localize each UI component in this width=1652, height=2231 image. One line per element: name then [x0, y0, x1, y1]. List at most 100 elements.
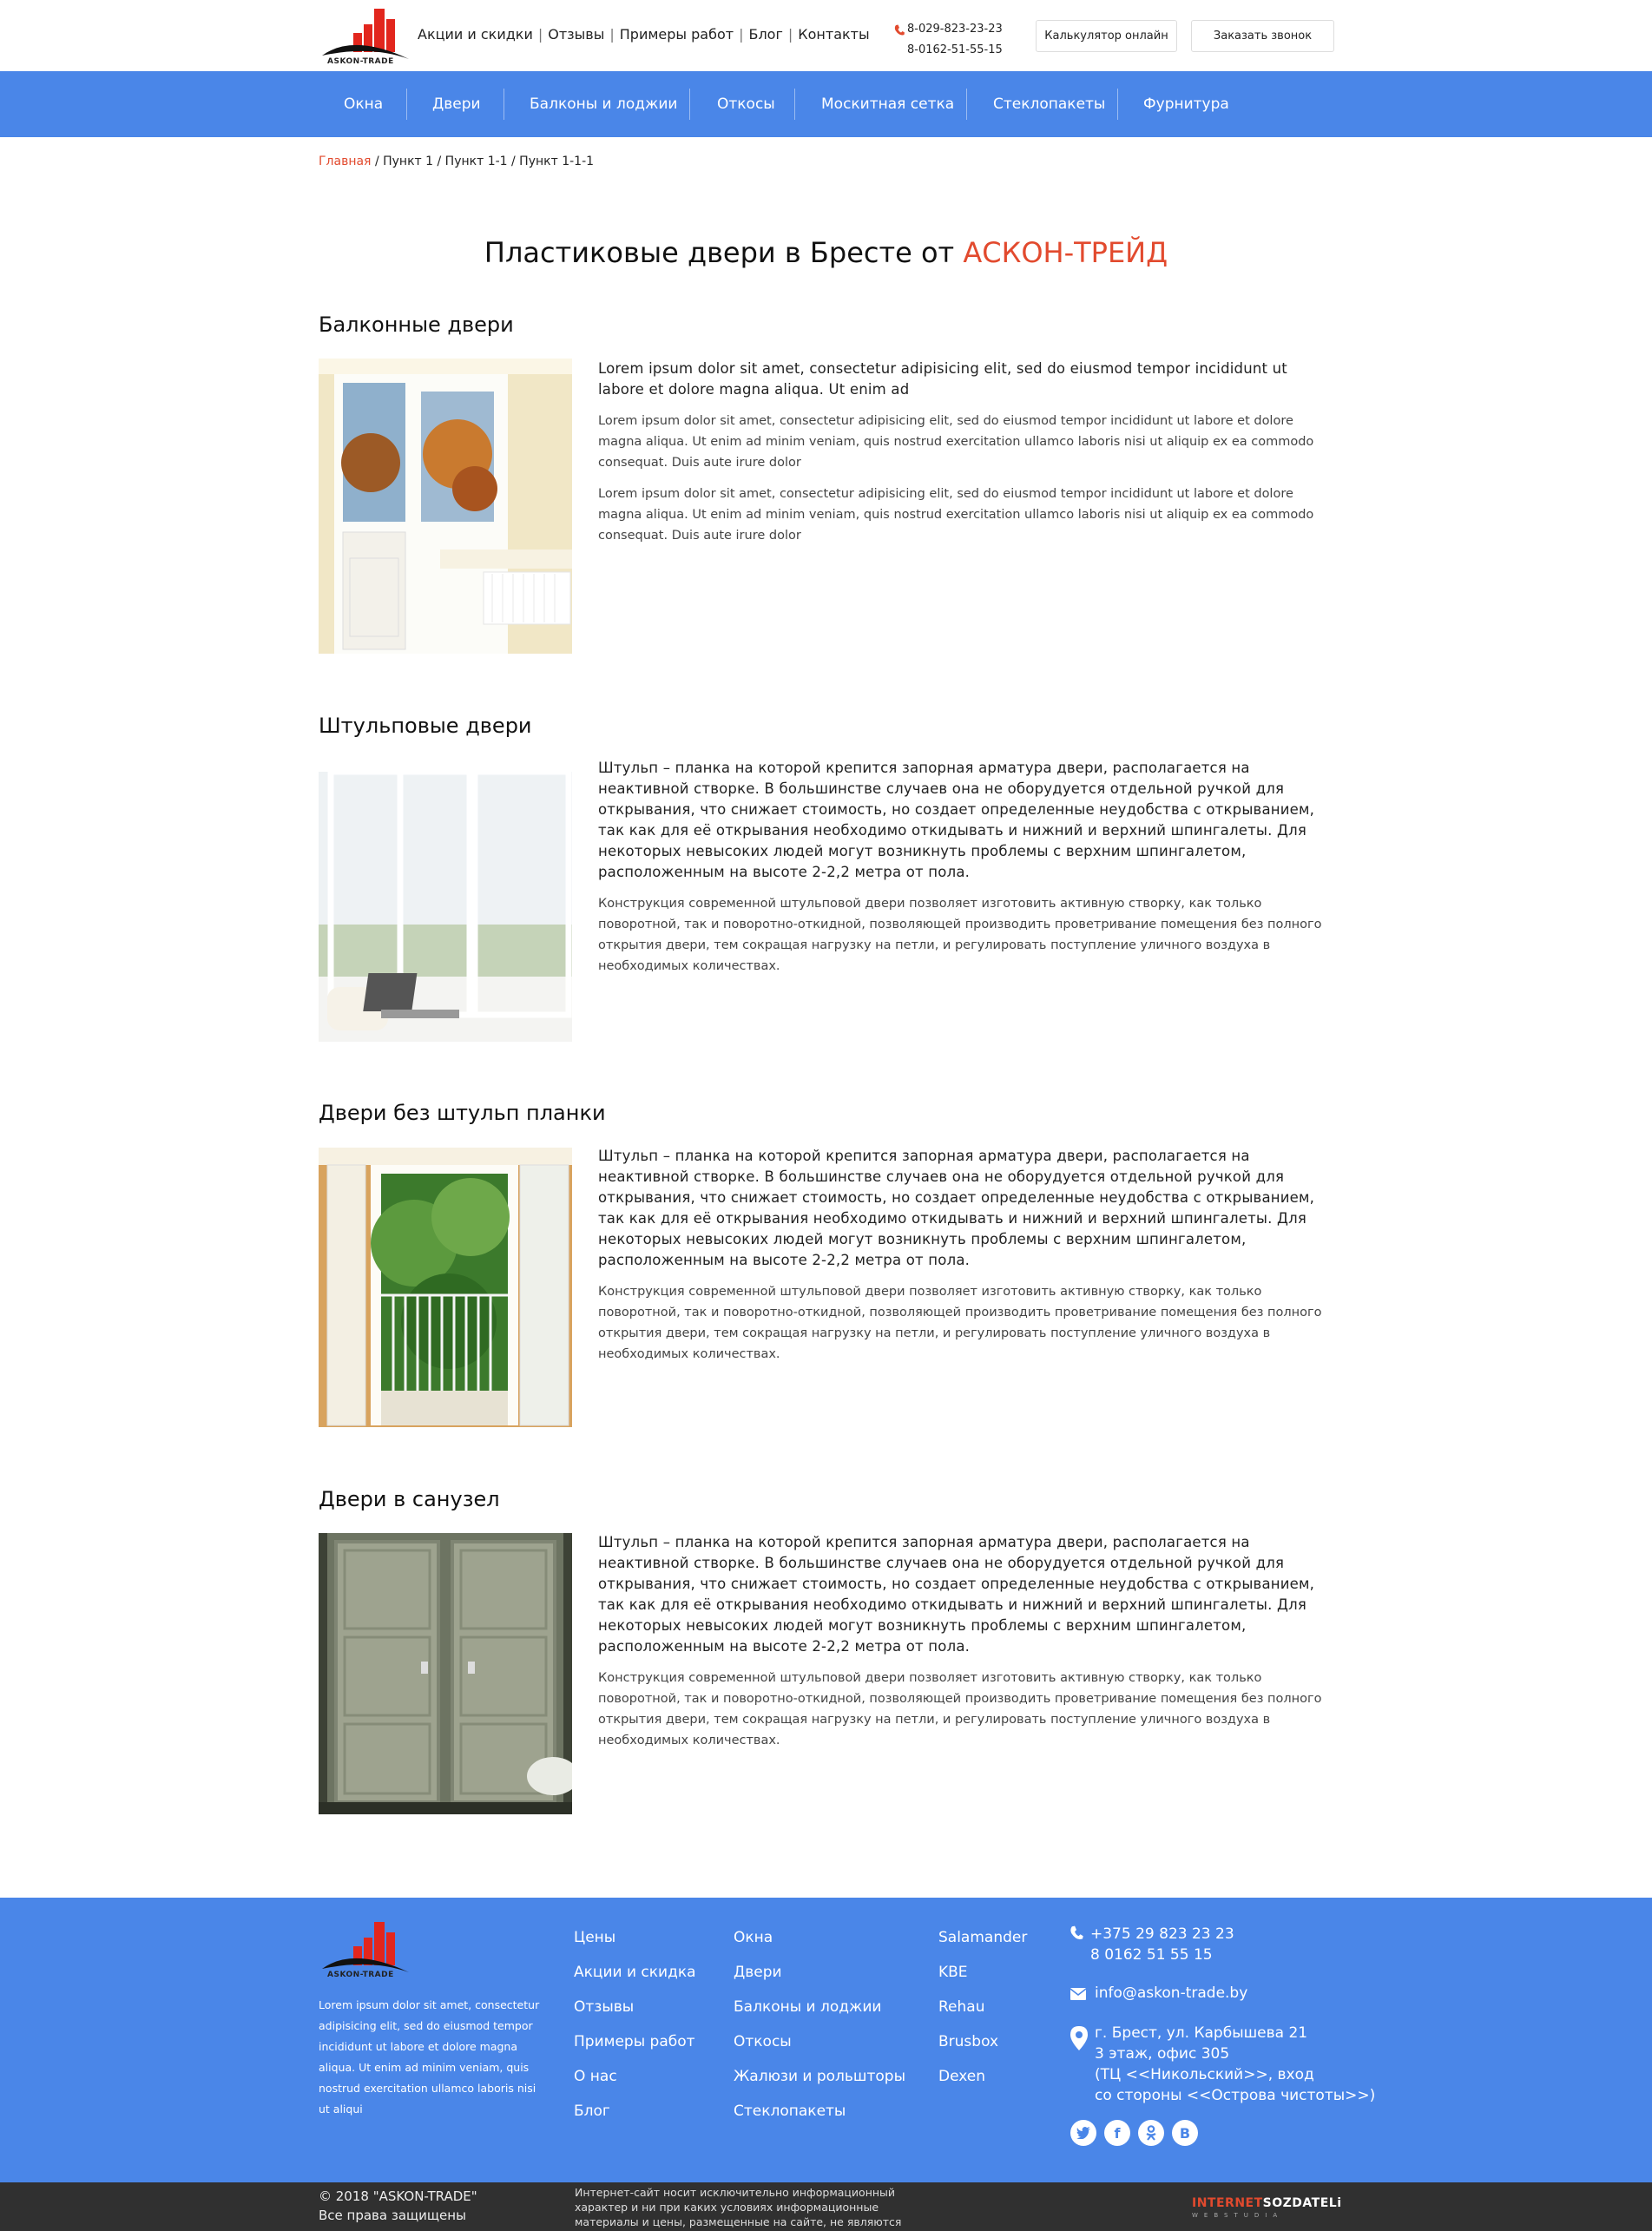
location-pin-icon [1070, 2026, 1088, 2050]
section-lead: Lorem ipsum dolor sit amet, consectetur … [598, 360, 1287, 398]
email-icon [1070, 1988, 1086, 2000]
address-line: 3 этаж, офис 305 [1095, 2045, 1230, 2063]
breadcrumb-item: / Пункт 1-1-1 [511, 155, 595, 168]
logo-text: ASKON-TRADE [327, 57, 394, 66]
page-title-text: Пластиковые двери в Бресте от [484, 236, 955, 269]
footer-phone-2[interactable]: 8 0162 51 55 15 [1090, 1945, 1234, 1965]
address-line: г. Брест, ул. Карбышева 21 [1095, 2024, 1308, 2042]
disclaimer: Интернет-сайт носит исключительно информ… [575, 2186, 902, 2231]
footer-links-products: Окна Двери Балконы и лоджии Откосы Жалюз… [734, 1929, 905, 2137]
nav-windows[interactable]: Окна [344, 71, 383, 137]
footer-link[interactable]: Балконы и лоджии [734, 1998, 905, 2033]
menu-separator: | [739, 26, 744, 43]
section-paragraph: Конструкция современной штульповой двери… [598, 897, 1322, 973]
nav-glass-units[interactable]: Стеклопакеты [993, 71, 1105, 137]
top-menu-contacts[interactable]: Контакты [798, 26, 869, 43]
footer-link[interactable]: Примеры работ [574, 2033, 696, 2068]
footer-link[interactable]: О нас [574, 2068, 696, 2103]
developer-logo[interactable]: INTERNETSOZDATELi [1192, 2196, 1342, 2210]
top-menu-blog[interactable]: Блог [748, 26, 782, 43]
calculator-button[interactable]: Калькулятор онлайн [1036, 20, 1177, 52]
footer-link[interactable]: Блог [574, 2103, 696, 2137]
section-lead: Штульп – планка на которой крепится запо… [598, 1534, 1315, 1655]
bottom-bar: © 2018 "ASKON-TRADE" Все права защищены … [0, 2182, 1652, 2231]
address-line: со стороны <<Острова чистоты>>) [1095, 2087, 1376, 2104]
nav-doors[interactable]: Двери [432, 71, 481, 137]
nav-separator [503, 89, 504, 120]
header-phone-2[interactable]: 8-0162-51-55-15 [907, 40, 1003, 61]
footer-link[interactable]: Двери [734, 1964, 905, 1998]
footer-about: Lorem ipsum dolor sit amet, consectetur … [319, 1998, 540, 2116]
phone-icon [1070, 1925, 1083, 1939]
nav-slopes[interactable]: Откосы [717, 71, 775, 137]
section-paragraph: Конструкция современной штульповой двери… [598, 1285, 1322, 1361]
no-shtulp-door-photo [319, 1148, 572, 1427]
nav-separator [406, 89, 407, 120]
section-lead: Штульп – планка на которой крепится запо… [598, 1148, 1315, 1268]
section-text-bathroom-doors: Штульп – планка на которой крепится запо… [598, 1532, 1334, 1751]
nav-separator [1117, 89, 1118, 120]
bathroom-door-photo [319, 1533, 572, 1814]
footer-link[interactable]: KBE [938, 1964, 1027, 1998]
section-title-balcony-doors: Балконные двери [319, 313, 514, 337]
footer-link[interactable]: Отзывы [574, 1998, 696, 2033]
footer-link[interactable]: Brusbox [938, 2033, 1027, 2068]
footer-link[interactable]: Стеклопакеты [734, 2103, 905, 2137]
section-text-balcony-doors: Lorem ipsum dolor sit amet, consectetur … [598, 359, 1334, 546]
footer-link[interactable]: Salamander [938, 1929, 1027, 1964]
facebook-icon[interactable]: f [1104, 2120, 1130, 2146]
developer-logo-red: INTERNET [1192, 2196, 1263, 2210]
nav-separator [966, 89, 967, 120]
shtulp-door-photo [319, 760, 572, 1042]
footer-link[interactable]: Rehau [938, 1998, 1027, 2033]
nav-balconies[interactable]: Балконы и лоджии [530, 71, 677, 137]
header-phone-1[interactable]: 8-029-823-23-23 [907, 19, 1003, 40]
top-header: ASKON-TRADE Акции и скидки | Отзывы | Пример… [0, 0, 1652, 71]
section-paragraph: Lorem ipsum dolor sit amet, consectetur … [598, 487, 1314, 543]
developer-logo-sub: WEBSTUDIA [1192, 2212, 1284, 2219]
footer-link[interactable]: Откосы [734, 2033, 905, 2068]
menu-separator: | [609, 26, 615, 43]
breadcrumb-home[interactable]: Главная [319, 155, 371, 168]
section-paragraph: Lorem ipsum dolor sit amet, consectetur … [598, 414, 1314, 470]
footer-link[interactable]: Жалюзи и рольшторы [734, 2068, 905, 2103]
rights-text: Все права защищены [319, 2208, 466, 2223]
page-title-brand: АСКОН-ТРЕЙД [963, 236, 1168, 269]
copyright: © 2018 "ASKON-TRADE" Все права защищены [319, 2187, 477, 2225]
breadcrumb-item[interactable]: / Пункт 1-1 [438, 155, 508, 168]
breadcrumb-item[interactable]: / Пункт 1 [375, 155, 433, 168]
vk-icon[interactable]: B [1172, 2120, 1198, 2146]
footer-logo[interactable]: ASKON-TRADE [319, 1920, 411, 1979]
section-title-shtulp-doors: Штульповые двери [319, 714, 532, 738]
section-title-bathroom-doors: Двери в санузел [319, 1487, 500, 1511]
footer-links-brands: Salamander KBE Rehau Brusbox Dexen [938, 1929, 1027, 2103]
odnoklassniki-icon[interactable] [1138, 2120, 1164, 2146]
nav-mosquito-net[interactable]: Москитная сетка [821, 71, 954, 137]
phone-icon [894, 24, 905, 36]
top-menu-reviews[interactable]: Отзывы [548, 26, 604, 43]
header-phones: 8-029-823-23-23 8-0162-51-55-15 [894, 19, 1003, 61]
section-paragraph: Конструкция современной штульповой двери… [598, 1671, 1322, 1747]
footer-phones: +375 29 823 23 23 8 0162 51 55 15 [1090, 1924, 1234, 1965]
footer-link[interactable]: Окна [734, 1929, 905, 1964]
copyright-text: © 2018 "ASKON-TRADE" [319, 2188, 477, 2204]
footer-links-info: Цены Акции и скидка Отзывы Примеры работ… [574, 1929, 696, 2137]
site-logo[interactable]: ASKON-TRADE [319, 7, 411, 66]
footer-logo-text: ASKON-TRADE [327, 1971, 394, 1979]
breadcrumb: Главная / Пункт 1 / Пункт 1-1 / Пункт 1-… [319, 155, 594, 168]
section-text-shtulp-doors: Штульп – планка на которой крепится запо… [598, 758, 1334, 977]
section-text-no-shtulp-doors: Штульп – планка на которой крепится запо… [598, 1146, 1334, 1365]
section-lead: Штульп – планка на которой крепится запо… [598, 760, 1315, 880]
footer-email[interactable]: info@askon-trade.by [1095, 1983, 1247, 2004]
section-title-no-shtulp-doors: Двери без штульп планки [319, 1101, 606, 1125]
footer-link[interactable]: Dexen [938, 2068, 1027, 2103]
twitter-icon[interactable] [1070, 2120, 1096, 2146]
footer-phone-1[interactable]: +375 29 823 23 23 [1090, 1924, 1234, 1945]
footer-link[interactable]: Акции и скидка [574, 1964, 696, 1998]
top-menu-examples[interactable]: Примеры работ [620, 26, 734, 43]
top-menu: Акции и скидки | Отзывы | Примеры работ | Блог… [418, 26, 870, 43]
top-menu-promo[interactable]: Акции и скидки [418, 26, 533, 43]
footer-link[interactable]: Цены [574, 1929, 696, 1964]
order-call-button[interactable]: Заказать звонок [1191, 20, 1334, 52]
nav-fittings[interactable]: Фурнитура [1143, 71, 1229, 137]
